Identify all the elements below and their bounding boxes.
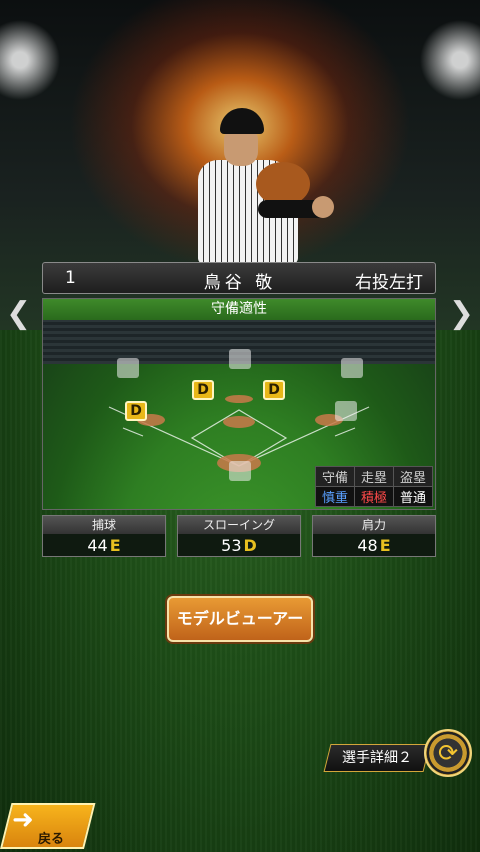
chevron-left-icon: ❮: [6, 296, 32, 331]
swap-arrows-icon[interactable]: ⟳: [424, 729, 472, 777]
stat-grade: E: [109, 536, 121, 555]
stat-label: 捕球: [43, 516, 165, 534]
player-name-bar: 1 鳥谷 敬 右投左打: [42, 262, 436, 294]
player-detail-screen: 1 鳥谷 敬 右投左打 ❮ ❯ 守備適性 D D D 守備 走塁 盗塁 慎重 積…: [0, 0, 480, 852]
header-stealing: 盗塁: [393, 466, 433, 487]
stat-value-row: 48 E: [313, 534, 435, 558]
stat-number: 53: [221, 536, 242, 555]
position-second-base[interactable]: D: [263, 380, 285, 400]
stat-throwing: スローイング 53 D: [177, 515, 301, 557]
value-baserunning: 積極: [354, 486, 394, 507]
position-left-field[interactable]: [117, 358, 139, 378]
player-detail-label: 選手詳細２: [342, 750, 412, 766]
stat-grade: E: [379, 536, 391, 555]
position-catcher[interactable]: [229, 461, 251, 481]
value-stealing: 普通: [393, 486, 433, 507]
chevron-right-icon: ❯: [448, 296, 474, 331]
defense-title: 守備適性: [43, 299, 435, 320]
stat-value-row: 53 D: [178, 534, 300, 558]
stat-grade: D: [243, 536, 257, 555]
back-arrow-icon: ➜: [12, 805, 34, 835]
stat-label: 肩力: [313, 516, 435, 534]
next-player-button[interactable]: ❯: [449, 296, 474, 331]
defense-panel: 守備適性 D D D 守備 走塁 盗塁 慎重 積極 普通: [42, 298, 436, 510]
cap-icon: [220, 108, 264, 134]
stat-value-row: 44 E: [43, 534, 165, 558]
hand: [312, 196, 334, 218]
header-defense: 守備: [315, 466, 355, 487]
field-diagram: D D D 守備 走塁 盗塁 慎重 積極 普通: [43, 320, 435, 509]
position-third-base[interactable]: D: [125, 401, 147, 421]
previous-player-button[interactable]: ❮: [6, 296, 31, 331]
position-first-base[interactable]: [335, 401, 357, 421]
value-defense: 慎重: [315, 486, 355, 507]
throw-bat-type: 右投左打: [355, 273, 423, 293]
player-portrait: [188, 104, 338, 264]
stat-arm-strength: 肩力 48 E: [312, 515, 436, 557]
stat-number: 44: [87, 536, 108, 555]
position-shortstop[interactable]: D: [192, 380, 214, 400]
position-center-field[interactable]: [229, 349, 251, 369]
position-right-field[interactable]: [341, 358, 363, 378]
stat-number: 48: [357, 536, 378, 555]
stat-label: スローイング: [178, 516, 300, 534]
back-label: 戻る: [38, 832, 65, 847]
stat-catching: 捕球 44 E: [42, 515, 166, 557]
play-style-table: 守備 走塁 盗塁 慎重 積極 普通: [315, 466, 433, 507]
header-baserunning: 走塁: [354, 466, 394, 487]
model-viewer-button[interactable]: モデルビューアー: [167, 596, 313, 642]
player-detail-button[interactable]: 選手詳細２: [323, 744, 431, 772]
